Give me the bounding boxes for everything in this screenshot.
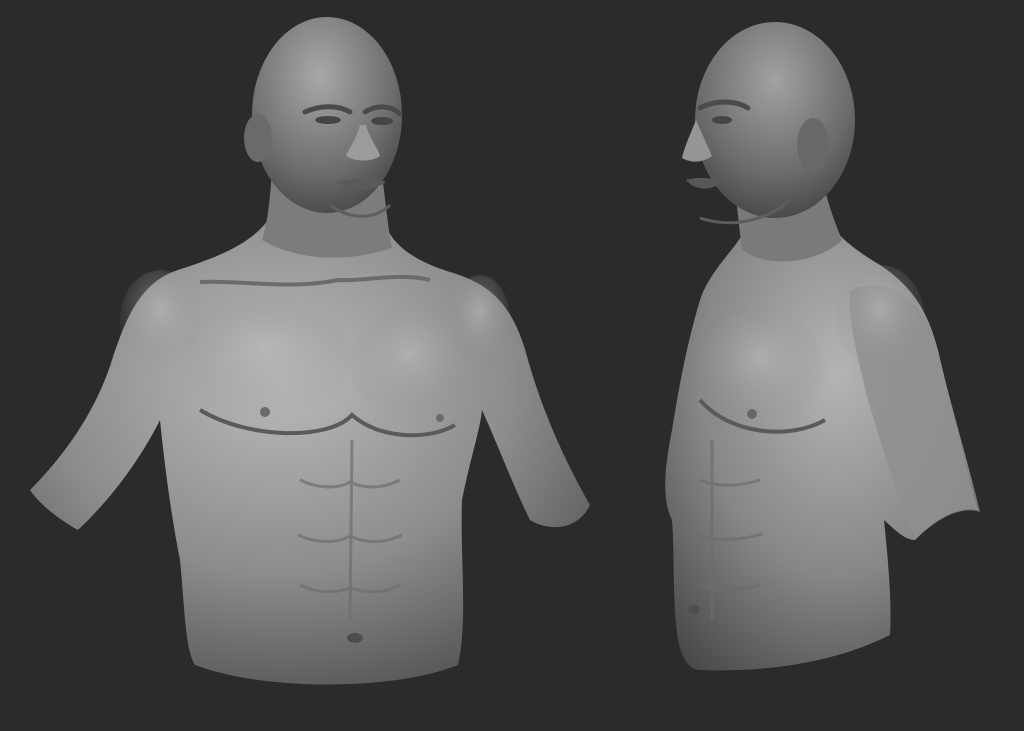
- eye-right-front: [371, 117, 393, 125]
- ear-profile: [797, 118, 829, 172]
- deltoid-left-front: [120, 270, 200, 370]
- figure-profile-view: [665, 22, 980, 671]
- nipple-left-front: [260, 407, 270, 417]
- pec-left-front: [180, 298, 350, 422]
- navel-profile: [688, 605, 700, 615]
- nipple-profile: [747, 409, 757, 419]
- torso-front: [30, 220, 590, 685]
- eye-left-front: [315, 116, 341, 124]
- eye-profile: [712, 116, 732, 124]
- figure-front-view: [30, 17, 590, 685]
- deltoid-profile: [835, 265, 925, 375]
- navel-front: [347, 633, 363, 643]
- render-canvas: [0, 0, 1024, 731]
- deltoid-right-front: [450, 275, 510, 365]
- nipple-right-front: [436, 414, 444, 422]
- sculpt-render: [30, 17, 980, 685]
- ear-front: [244, 114, 272, 162]
